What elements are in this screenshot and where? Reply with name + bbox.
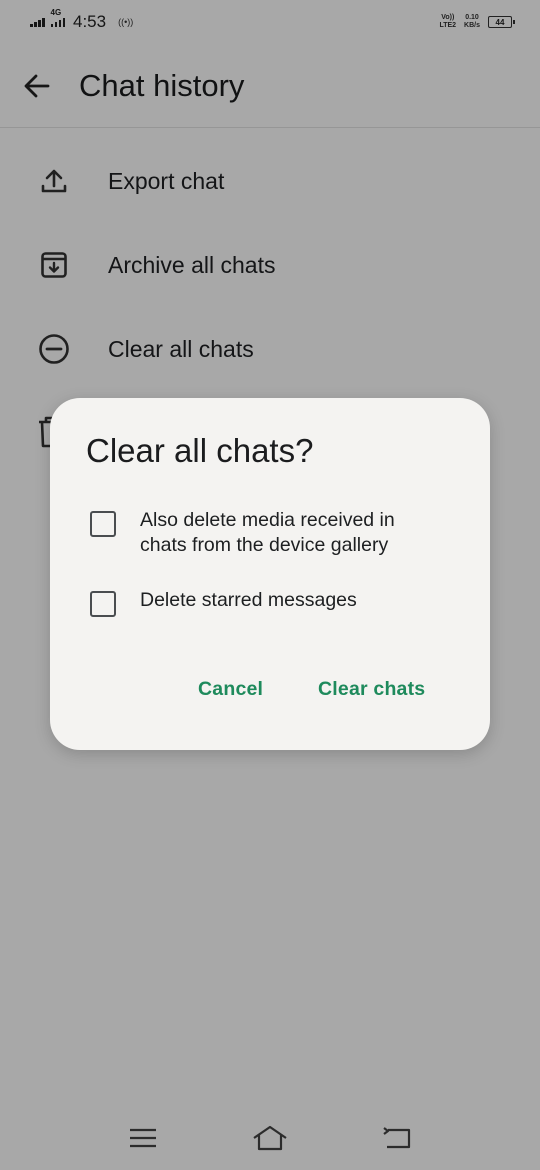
clear-chats-dialog: Clear all chats? Also delete media recei… [50,398,490,750]
checkbox-delete-starred[interactable] [90,591,116,617]
option-delete-media[interactable]: Also delete media received in chats from… [90,508,430,558]
option-label: Delete starred messages [140,589,357,611]
clear-chats-button[interactable]: Clear chats [318,678,425,701]
dialog-title: Clear all chats? [86,432,314,469]
cancel-button[interactable]: Cancel [198,678,263,701]
checkbox-delete-media[interactable] [90,511,116,537]
option-label: Also delete media received in chats from… [140,509,395,556]
option-delete-starred[interactable]: Delete starred messages [90,588,430,617]
